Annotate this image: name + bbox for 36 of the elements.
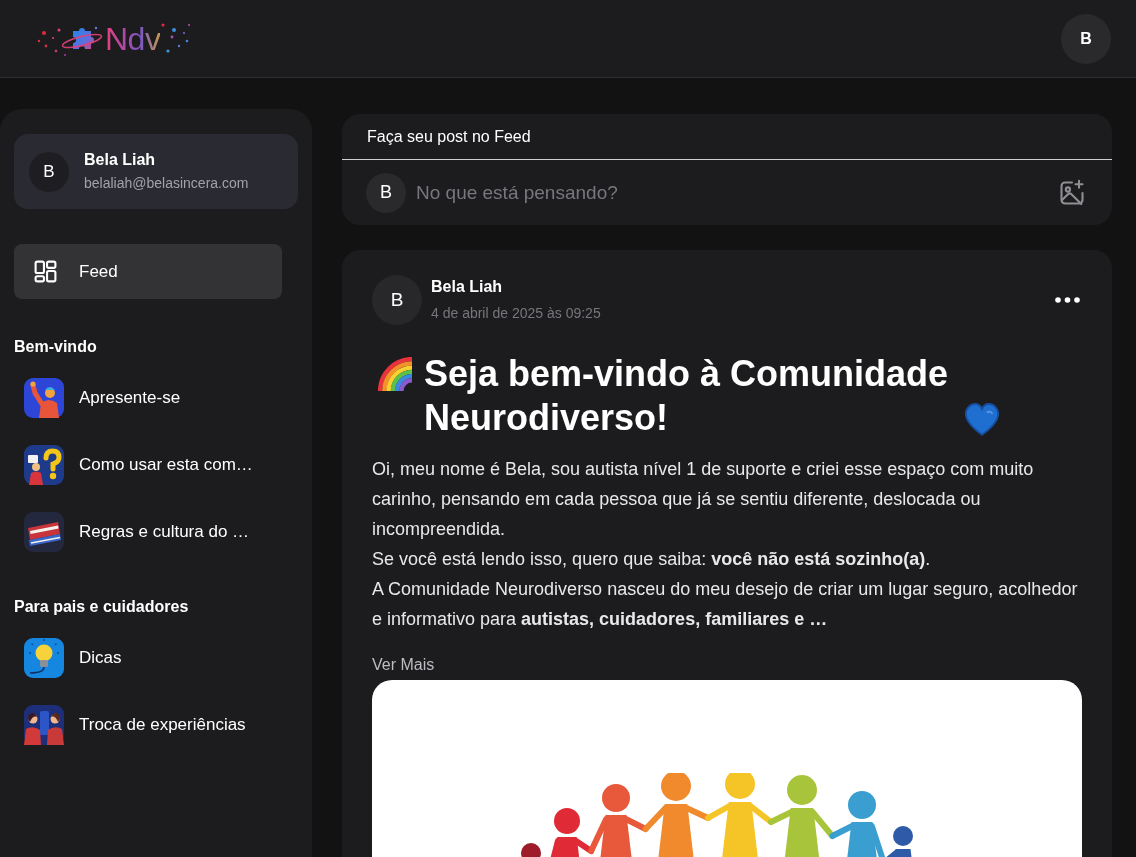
question-mark-icon xyxy=(24,444,64,485)
composer-title: Faça seu post no Feed xyxy=(367,126,531,147)
post-date: 4 de abril de 2025 às 09:25 xyxy=(431,304,601,323)
post-input[interactable]: No que está pensando? xyxy=(416,172,1048,213)
dashboard-icon xyxy=(33,259,58,284)
post-paragraph: Se você está lendo isso, quero que saiba: você não está sozinho(a). xyxy=(372,548,932,571)
sidebar-menu-item[interactable]: Troca de experiências xyxy=(14,697,282,752)
more-icon xyxy=(1055,297,1080,303)
more-options-button[interactable] xyxy=(1055,297,1080,303)
composer-avatar: B xyxy=(366,172,406,213)
sidebar-menu-item[interactable]: Dicas xyxy=(14,630,282,685)
post-composer[interactable]: Faça seu post no Feed B No que está pensando? xyxy=(342,114,1112,225)
sidebar-menu-item[interactable]: Regras e cultura do … xyxy=(14,504,282,559)
post-avatar: B xyxy=(372,275,422,325)
sidebar-menu-item[interactable]: Como usar esta com… xyxy=(14,437,282,492)
heart-icon xyxy=(963,402,1001,436)
two-people-icon xyxy=(24,704,64,745)
add-image-button[interactable] xyxy=(1058,178,1086,207)
profile-name: Bela Liah xyxy=(84,150,157,170)
image-add-icon xyxy=(1058,178,1086,207)
profile-avatar: B xyxy=(29,151,69,192)
section-title: Bem-vindo xyxy=(14,337,98,357)
post-paragraph: A Comunidade Neurodiverso nasceu do meu desejo de criar um lugar seguro, acolhedor e informativo para autistas, cuidadores, familiares e … xyxy=(372,578,1079,631)
sidebar-nav-item[interactable]: Feed xyxy=(14,244,282,299)
post-paragraph: Oi, meu nome é Bela, sou autista nível 1 de suporte e criei esse espaço com muito carinho, pensando em cada pessoa que já se sentiu diferente, deslocada ou incompreendida. xyxy=(372,458,1035,541)
rainbow-icon xyxy=(378,357,412,391)
post-title: Seja bem-vindo à Comunidade Neurodiverso! xyxy=(424,352,950,440)
book-icon xyxy=(24,511,64,552)
section-title: Para pais e cuidadores xyxy=(14,597,190,617)
profile-email: belaliah@belasincera.com xyxy=(84,174,249,193)
waving-person-icon xyxy=(24,377,64,418)
author-name: Bela Liah xyxy=(431,277,504,297)
sidebar-menu-item[interactable]: Apresente-se xyxy=(14,370,282,425)
lightbulb-icon xyxy=(24,637,64,678)
account-avatar[interactable]: B xyxy=(1061,13,1111,64)
see-more-link[interactable]: Ver Mais xyxy=(372,654,435,676)
